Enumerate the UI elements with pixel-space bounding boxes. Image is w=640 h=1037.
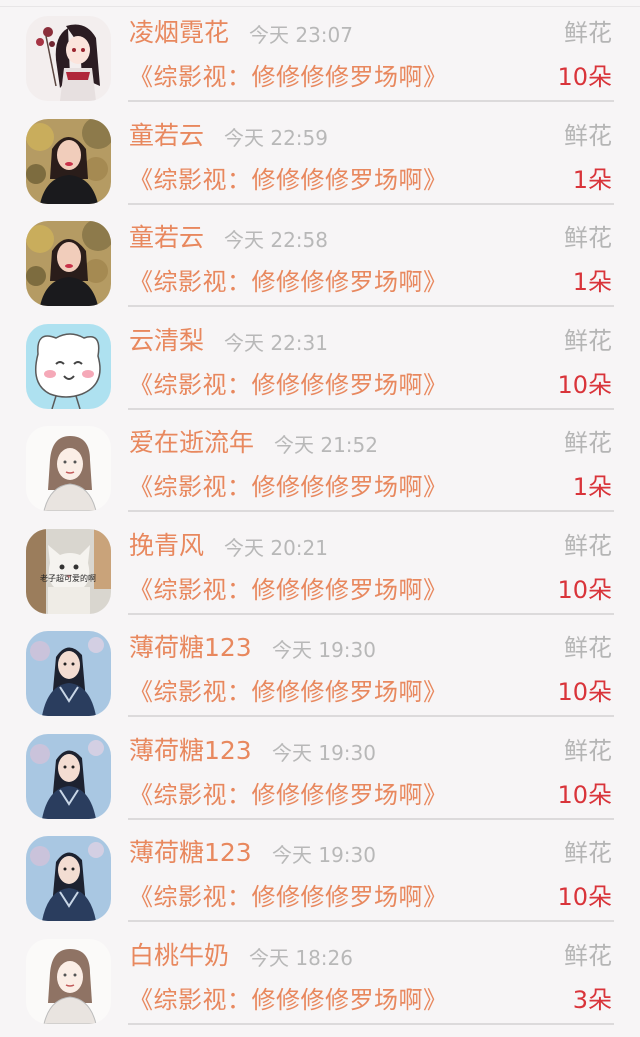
gift-type-label: 鲜花 [564, 224, 612, 252]
user-avatar[interactable] [26, 221, 111, 306]
flower-count: 10朵 [557, 678, 612, 706]
flower-count: 10朵 [557, 63, 612, 91]
gift-type-label: 鲜花 [564, 429, 612, 457]
gift-type-label: 鲜花 [564, 19, 612, 47]
flower-count: 10朵 [557, 575, 612, 604]
book-title-link[interactable]: 《综影视：修修修修罗场啊》 [129, 675, 448, 709]
user-avatar[interactable] [26, 631, 111, 716]
flower-count: 1朵 [572, 473, 612, 501]
user-avatar[interactable] [26, 118, 111, 204]
gift-time: 今天 19:30 [272, 638, 376, 662]
user-name[interactable]: 白桃牛奶 [129, 939, 229, 973]
user-name[interactable]: 薄荷糖123 [129, 836, 252, 870]
row-divider [128, 1022, 614, 1025]
gift-record-row[interactable]: 白桃牛奶 今天 18:26 鲜花《综影视：修修修修罗场啊》 3朵 [0, 923, 640, 1026]
flower-count: 1朵 [572, 165, 612, 194]
flower-count: 3朵 [572, 985, 612, 1014]
book-title-link[interactable]: 《综影视：修修修修罗场啊》 [129, 265, 448, 299]
book-title-link[interactable]: 《综影视：修修修修罗场啊》 [129, 470, 448, 504]
user-avatar[interactable] [26, 836, 111, 921]
book-title-link[interactable]: 《综影视：修修修修罗场啊》 [129, 880, 448, 914]
book-title-link[interactable]: 《综影视：修修修修罗场啊》 [129, 983, 448, 1017]
gift-time: 今天 18:26 [249, 945, 353, 970]
gift-time: 今天 19:30 [272, 843, 376, 867]
book-title-link[interactable]: 《综影视：修修修修罗场啊》 [129, 778, 448, 812]
gift-record-list: 凌烟霓花 今天 23:07 鲜花 《综影视：修修修修罗场啊》 10朵 童若云 今天 22:… [0, 0, 640, 1025]
gift-record-row[interactable]: 凌烟霓花 今天 23:07 鲜花《综影视：修修修修罗场啊》 10朵 [0, 0, 640, 103]
gift-type-label: 鲜花 [564, 326, 612, 355]
gift-record-row[interactable]: 云清梨 今天 22:31 鲜花《综影视：修修修修罗场啊》 10朵 [0, 308, 640, 411]
gift-record-row[interactable]: 薄荷糖123 今天 19:30 鲜花《综影视：修修修修罗场啊》 10朵 [0, 820, 640, 923]
gift-time: 今天 22:58 [224, 228, 328, 252]
book-title-link[interactable]: 《综影视：修修修修罗场啊》 [129, 573, 448, 607]
gift-type-label: 鲜花 [564, 839, 612, 867]
gift-type-label: 鲜花 [564, 634, 612, 662]
user-avatar[interactable] [26, 16, 111, 101]
book-title-link[interactable]: 《综影视：修修修修罗场啊》 [129, 368, 448, 402]
flower-count: 10朵 [557, 780, 612, 809]
gift-record-row[interactable]: 薄荷糖123 今天 19:30 鲜花《综影视：修修修修罗场啊》 10朵 [0, 718, 640, 821]
gift-time: 今天 22:31 [224, 330, 328, 355]
user-avatar[interactable] [26, 323, 111, 409]
flower-count: 10朵 [557, 370, 612, 399]
gift-time: 今天 22:59 [224, 125, 328, 150]
gift-type-label: 鲜花 [564, 736, 612, 765]
user-avatar[interactable] [26, 733, 111, 819]
gift-record-row[interactable]: 童若云 今天 22:59 鲜花《综影视：修修修修罗场啊》 1朵 [0, 103, 640, 206]
user-name[interactable]: 凌烟霓花 [129, 16, 229, 50]
gift-time: 今天 23:07 [249, 23, 353, 47]
flower-count: 1朵 [572, 268, 612, 296]
gift-type-label: 鲜花 [564, 941, 612, 970]
gift-time: 今天 21:52 [274, 433, 378, 457]
gift-time: 今天 20:21 [224, 535, 328, 560]
gift-record-row[interactable]: 童若云 今天 22:58 鲜花《综影视：修修修修罗场啊》 1朵 [0, 205, 640, 308]
gift-record-row[interactable]: 爱在逝流年 今天 21:52 鲜花《综影视：修修修修罗场啊》 1朵 [0, 410, 640, 513]
gift-type-label: 鲜花 [564, 121, 612, 150]
gift-time: 今天 19:30 [272, 740, 376, 765]
book-title-link[interactable]: 《综影视：修修修修罗场啊》 [129, 60, 448, 94]
user-name[interactable]: 云清梨 [129, 324, 204, 358]
gift-record-row[interactable]: 老子超可爱的啊 挽青风 今天 20:21 鲜花《综影视：修修修修罗场啊》 10朵 [0, 513, 640, 616]
gift-record-row[interactable]: 薄荷糖123 今天 19:30 鲜花《综影视：修修修修罗场啊》 10朵 [0, 615, 640, 718]
user-name[interactable]: 薄荷糖123 [129, 631, 252, 665]
flower-count: 10朵 [557, 883, 612, 911]
gift-type-label: 鲜花 [564, 531, 612, 560]
user-avatar[interactable]: 老子超可爱的啊 [26, 528, 111, 614]
user-name[interactable]: 童若云 [129, 119, 204, 153]
svg-text:老子超可爱的啊: 老子超可爱的啊 [40, 573, 96, 583]
book-title-link[interactable]: 《综影视：修修修修罗场啊》 [129, 163, 448, 197]
user-name[interactable]: 童若云 [129, 221, 204, 255]
user-avatar[interactable] [26, 938, 111, 1024]
user-name[interactable]: 薄荷糖123 [129, 734, 252, 768]
user-name[interactable]: 挽青风 [129, 529, 204, 563]
user-name[interactable]: 爱在逝流年 [129, 426, 254, 460]
user-avatar[interactable] [26, 426, 111, 511]
